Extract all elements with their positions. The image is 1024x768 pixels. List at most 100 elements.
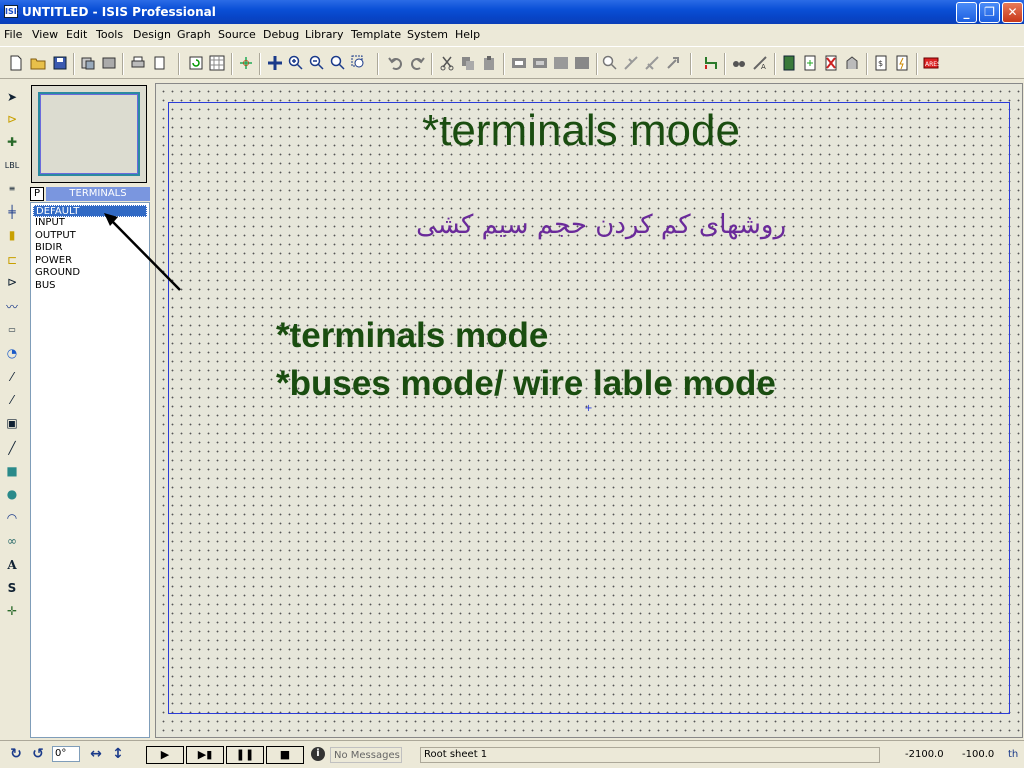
exit-to-parent-icon[interactable] xyxy=(844,55,860,71)
zoom-area-icon[interactable] xyxy=(351,55,367,71)
menu-source[interactable]: Source xyxy=(218,28,256,41)
mirror-vertical-icon[interactable]: ↕ xyxy=(110,746,126,762)
pause-button[interactable]: ❚❚ xyxy=(226,746,264,764)
line-tool-icon[interactable]: ╱ xyxy=(3,439,21,457)
block-copy-icon[interactable] xyxy=(511,55,527,71)
remove-sheet-icon[interactable] xyxy=(823,55,839,71)
editing-canvas[interactable]: *terminals mode روشهای کم کردن حجم سیم ک… xyxy=(155,83,1023,738)
close-button[interactable]: ✕ xyxy=(1002,2,1023,23)
undo-icon[interactable] xyxy=(388,55,404,71)
mirror-horizontal-icon[interactable]: ↔ xyxy=(88,746,104,762)
device-pins-icon[interactable]: ⊳ xyxy=(3,273,21,291)
tape-recorder-icon[interactable]: ▭ xyxy=(3,321,21,339)
print-icon[interactable] xyxy=(130,55,146,71)
block-move-icon[interactable] xyxy=(532,55,548,71)
virtual-instruments-icon[interactable]: ▣ xyxy=(3,414,21,432)
package-tool-icon[interactable] xyxy=(644,55,660,71)
electrical-check-icon[interactable] xyxy=(894,55,910,71)
ares-netlist-icon[interactable]: ARES xyxy=(923,55,939,71)
zoom-all-icon[interactable] xyxy=(330,55,346,71)
messages-status[interactable]: No Messages xyxy=(330,747,402,763)
selector-item-input[interactable]: INPUT xyxy=(33,217,147,229)
origin-icon[interactable] xyxy=(238,55,254,71)
selector-item-power[interactable]: POWER xyxy=(33,255,147,267)
text-tool-icon[interactable]: A xyxy=(3,556,21,574)
copy-icon[interactable] xyxy=(460,55,476,71)
add-sheet-icon[interactable] xyxy=(802,55,818,71)
step-button[interactable]: ▶▮ xyxy=(186,746,224,764)
grid-toggle-icon[interactable] xyxy=(209,55,225,71)
menu-view[interactable]: View xyxy=(32,28,58,41)
minimize-button[interactable]: _ xyxy=(956,2,977,23)
selector-item-ground[interactable]: GROUND xyxy=(33,267,147,279)
overview-window[interactable] xyxy=(31,85,147,183)
play-button[interactable]: ▶ xyxy=(146,746,184,764)
cut-icon[interactable] xyxy=(439,55,455,71)
stop-button[interactable]: ■ xyxy=(266,746,304,764)
rotate-clockwise-icon[interactable]: ↻ xyxy=(8,746,24,762)
export-icon[interactable] xyxy=(101,55,117,71)
page-setup-icon[interactable] xyxy=(151,55,167,71)
wire-label-icon[interactable]: LBL xyxy=(3,157,21,175)
selector-item-default[interactable]: DEFAULT xyxy=(33,205,147,217)
selector-item-output[interactable]: OUTPUT xyxy=(33,230,147,242)
symbol-tool-icon[interactable]: S xyxy=(3,579,21,597)
component-mode-icon[interactable]: ⊳ xyxy=(3,110,21,128)
menu-tools[interactable]: Tools xyxy=(96,28,123,41)
rotation-angle-field[interactable]: 0° xyxy=(52,746,80,762)
terminals-mode-icon[interactable]: ⊏ xyxy=(3,251,21,269)
cursor-y-coordinate: -100.0 xyxy=(962,749,995,760)
selection-mode-icon[interactable]: ➤ xyxy=(3,88,21,106)
make-device-icon[interactable] xyxy=(623,55,639,71)
isis-app-icon[interactable]: ISIS xyxy=(4,5,22,18)
buses-mode-icon[interactable]: ╪ xyxy=(3,203,21,221)
save-icon[interactable] xyxy=(52,55,68,71)
subcircuit-icon[interactable]: ▮ xyxy=(3,226,21,244)
menu-help[interactable]: Help xyxy=(455,28,480,41)
zoom-out-icon[interactable] xyxy=(309,55,325,71)
menu-debug[interactable]: Debug xyxy=(263,28,299,41)
block-rotate-icon[interactable] xyxy=(553,55,569,71)
menu-file[interactable]: File xyxy=(4,28,22,41)
decompose-icon[interactable] xyxy=(665,55,681,71)
redo-icon[interactable] xyxy=(409,55,425,71)
selector-item-bidir[interactable]: BIDIR xyxy=(33,242,147,254)
new-file-icon[interactable] xyxy=(8,55,24,71)
voltage-probe-icon[interactable]: ⁄ xyxy=(3,368,21,386)
new-sheet-icon[interactable] xyxy=(781,55,797,71)
paste-icon[interactable] xyxy=(481,55,497,71)
junction-dot-icon[interactable]: ✚ xyxy=(3,133,21,151)
menu-graph[interactable]: Graph xyxy=(177,28,211,41)
marker-tool-icon[interactable]: ✛ xyxy=(3,602,21,620)
maximize-button[interactable]: ❐ xyxy=(979,2,1000,23)
search-tag-icon[interactable] xyxy=(731,55,747,71)
selector-item-bus[interactable]: BUS xyxy=(33,280,147,292)
menu-edit[interactable]: Edit xyxy=(66,28,87,41)
arc-tool-icon[interactable]: ◠ xyxy=(3,509,21,527)
refresh-icon[interactable] xyxy=(188,55,204,71)
pick-devices-button[interactable]: P xyxy=(30,187,44,201)
menu-design[interactable]: Design xyxy=(133,28,171,41)
path-tool-icon[interactable]: ∞ xyxy=(3,532,21,550)
box-tool-icon[interactable]: ■ xyxy=(3,462,21,480)
object-selector-list[interactable]: DEFAULT INPUT OUTPUT BIDIR POWER GROUND … xyxy=(30,202,150,738)
circle-tool-icon[interactable]: ● xyxy=(3,485,21,503)
open-folder-icon[interactable] xyxy=(30,55,46,71)
pan-icon[interactable] xyxy=(267,55,283,71)
generator-mode-icon[interactable]: ◔ xyxy=(3,344,21,362)
text-script-icon[interactable]: ≡ xyxy=(3,180,21,198)
menu-library[interactable]: Library xyxy=(305,28,343,41)
menu-template[interactable]: Template xyxy=(351,28,401,41)
toolbar-separator xyxy=(916,53,918,75)
menu-system[interactable]: System xyxy=(407,28,448,41)
import-icon[interactable] xyxy=(80,55,96,71)
zoom-in-icon[interactable] xyxy=(288,55,304,71)
graph-mode-icon[interactable]: 〰 xyxy=(3,298,21,316)
block-delete-icon[interactable] xyxy=(574,55,590,71)
property-tool-icon[interactable]: A xyxy=(752,55,768,71)
wire-autorouter-icon[interactable] xyxy=(703,55,719,71)
pick-device-icon[interactable] xyxy=(602,55,618,71)
current-probe-icon[interactable]: ⁄ xyxy=(3,391,21,409)
rotate-anticlockwise-icon[interactable]: ↺ xyxy=(30,746,46,762)
bill-of-materials-icon[interactable]: $ xyxy=(873,55,889,71)
